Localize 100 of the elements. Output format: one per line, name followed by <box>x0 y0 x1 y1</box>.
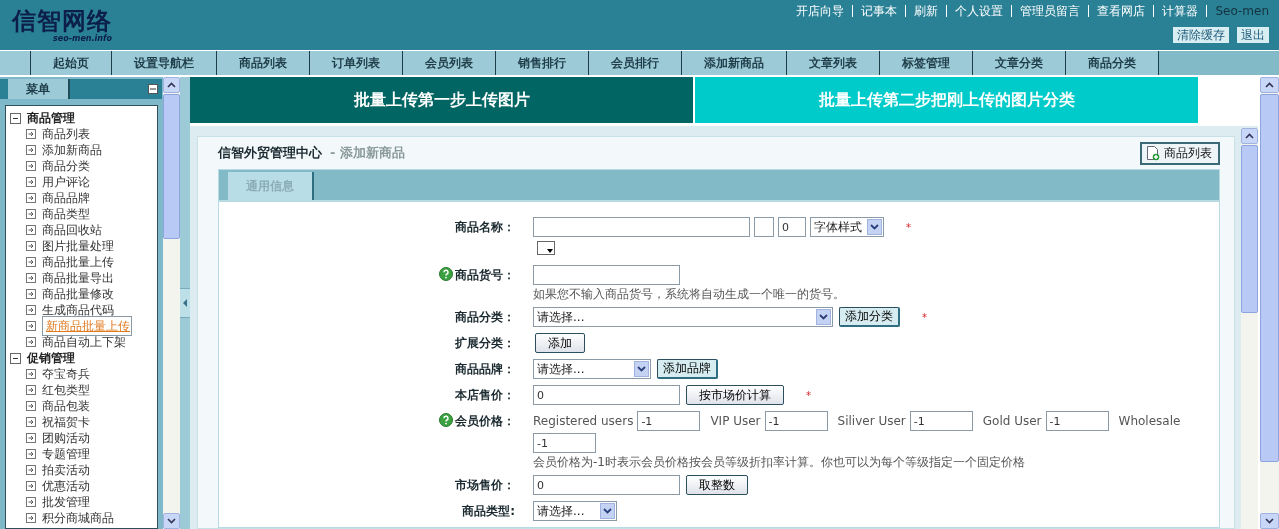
menu-item-icon <box>26 161 36 171</box>
color-picker[interactable] <box>537 241 555 255</box>
form-button[interactable]: 添加 <box>535 333 585 353</box>
scroll-thumb[interactable] <box>163 94 180 239</box>
top-link[interactable]: 个人设置 <box>947 5 1013 17</box>
nav-tab[interactable]: 设置导航栏 <box>112 51 217 75</box>
collapse-icon[interactable] <box>148 84 158 94</box>
dropdown[interactable]: 请选择... <box>533 359 651 379</box>
menu-item[interactable]: 商品回收站 <box>42 221 102 239</box>
form-button[interactable]: 添加分类 <box>839 307 900 327</box>
menu-item[interactable]: 添加新商品 <box>42 141 102 159</box>
nav-tab[interactable]: 文章分类 <box>973 51 1066 75</box>
top-link[interactable]: 计算器 <box>1154 5 1208 17</box>
nav-tab[interactable]: 起始页 <box>31 51 112 75</box>
input-field[interactable]: -1 <box>1045 411 1109 431</box>
menu-item[interactable]: 商品包装 <box>42 397 90 415</box>
menu-item[interactable]: 红包类型 <box>42 381 90 399</box>
menu-item[interactable]: 用户评论 <box>42 173 90 191</box>
top-link[interactable]: 查看网店 <box>1089 5 1155 17</box>
tree-toggle-icon[interactable] <box>10 112 21 124</box>
scrollbar[interactable] <box>1260 77 1279 529</box>
input-field[interactable]: -1 <box>764 411 828 431</box>
form-button[interactable]: 取整数 <box>686 475 748 495</box>
nav-tab[interactable]: 文章列表 <box>787 51 880 75</box>
menu-item[interactable]: 生成商品代码 <box>42 301 114 319</box>
header-button[interactable]: 清除缓存 <box>1173 27 1229 43</box>
input-field[interactable]: 0 <box>533 385 680 405</box>
price-label: Wholesale <box>1118 414 1181 428</box>
nav-tab[interactable]: 会员排行 <box>589 51 682 75</box>
menu-item[interactable]: 夺宝奇兵 <box>42 365 90 383</box>
menu-item-icon <box>26 433 36 443</box>
menu-tab[interactable]: 菜单 <box>8 79 70 99</box>
scrollbar[interactable] <box>1241 128 1258 529</box>
menu-group[interactable]: 促销管理 <box>27 349 75 367</box>
menu-item[interactable]: 商品批量修改 <box>42 285 114 303</box>
input-field[interactable]: -1 <box>909 411 973 431</box>
help-icon[interactable] <box>439 413 453 427</box>
scroll-thumb[interactable] <box>1260 94 1279 462</box>
menu-item[interactable]: 批发管理 <box>42 493 90 511</box>
menu-item[interactable]: 商品类型 <box>42 205 90 223</box>
menu-item[interactable]: 商品品牌 <box>42 189 90 207</box>
collapse-arrow-icon[interactable] <box>182 299 188 307</box>
nav-tab[interactable]: 会员列表 <box>403 51 496 75</box>
input-field[interactable]: 0 <box>533 475 680 495</box>
nav-tab[interactable]: 订单列表 <box>310 51 403 75</box>
dropdown[interactable]: 字体样式 <box>810 217 884 237</box>
top-link[interactable]: 开店向导 <box>788 5 854 17</box>
dropdown[interactable]: 请选择... <box>533 307 833 327</box>
nav-tab[interactable]: 商品列表 <box>217 51 310 75</box>
form-button[interactable]: 添加品牌 <box>657 359 718 379</box>
scroll-thumb[interactable] <box>1241 145 1258 313</box>
scroll-up-icon[interactable] <box>1245 133 1254 139</box>
scroll-down-icon[interactable] <box>1265 518 1274 524</box>
tree-toggle-icon[interactable] <box>10 352 21 364</box>
menu-item[interactable]: 商品列表 <box>42 125 90 143</box>
menu-item[interactable]: 积分商城商品 <box>42 509 114 527</box>
input-field[interactable]: -1 <box>637 411 701 431</box>
menu-item[interactable]: 商品批量上传 <box>42 253 114 271</box>
header-button[interactable]: 退出 <box>1237 27 1269 43</box>
product-list-button[interactable]: 商品列表 <box>1140 141 1220 165</box>
input-field[interactable] <box>533 265 680 285</box>
menu-item-icon <box>26 129 36 139</box>
scroll-down-icon[interactable] <box>167 518 176 524</box>
menu-item-icon <box>26 305 36 315</box>
menu-item-icon <box>26 257 36 267</box>
input-field[interactable]: 0 <box>778 217 806 237</box>
menu-item[interactable]: 优惠活动 <box>42 477 90 495</box>
input-field[interactable] <box>754 217 774 237</box>
menu-group[interactable]: 商品管理 <box>27 109 75 127</box>
menu-item[interactable]: 专题管理 <box>42 445 90 463</box>
nav-tab[interactable]: 商品分类 <box>1066 51 1159 75</box>
scrollbar[interactable] <box>163 77 180 529</box>
form-button[interactable]: 按市场价计算 <box>686 385 784 405</box>
price-label: Gold User <box>982 414 1042 428</box>
menu-item-icon <box>26 417 36 427</box>
page-title: 信智外贸管理中心 <box>218 144 322 162</box>
splitter-handle[interactable] <box>180 288 190 318</box>
help-icon[interactable] <box>439 267 453 281</box>
nav-tab[interactable]: 标签管理 <box>880 51 973 75</box>
menu-item-icon <box>26 449 36 459</box>
top-link[interactable]: 记事本 <box>853 5 907 17</box>
menu-item-icon <box>26 241 36 251</box>
menu-item[interactable]: 祝福贺卡 <box>42 413 90 431</box>
menu-item[interactable]: 图片批量处理 <box>42 237 114 255</box>
menu-item[interactable]: 商品自动上下架 <box>42 333 126 351</box>
input-field[interactable]: -1 <box>533 433 596 453</box>
menu-item[interactable]: 商品批量导出 <box>42 269 114 287</box>
top-link[interactable]: 刷新 <box>906 5 948 17</box>
caret-icon <box>547 249 553 253</box>
dropdown[interactable]: 请选择... <box>533 501 617 521</box>
top-link[interactable]: 管理员留言 <box>1012 5 1090 17</box>
nav-tab[interactable]: 销售排行 <box>496 51 589 75</box>
input-field[interactable] <box>533 217 750 237</box>
scroll-up-icon[interactable] <box>167 82 176 88</box>
menu-item[interactable]: 拍卖活动 <box>42 461 90 479</box>
nav-tab[interactable]: 添加新商品 <box>682 51 787 75</box>
step-banner[interactable]: 批量上传第一步上传图片 <box>190 77 693 123</box>
scroll-up-icon[interactable] <box>1265 82 1274 88</box>
menu-item[interactable]: 团购活动 <box>42 429 90 447</box>
menu-item[interactable]: 商品分类 <box>42 157 90 175</box>
